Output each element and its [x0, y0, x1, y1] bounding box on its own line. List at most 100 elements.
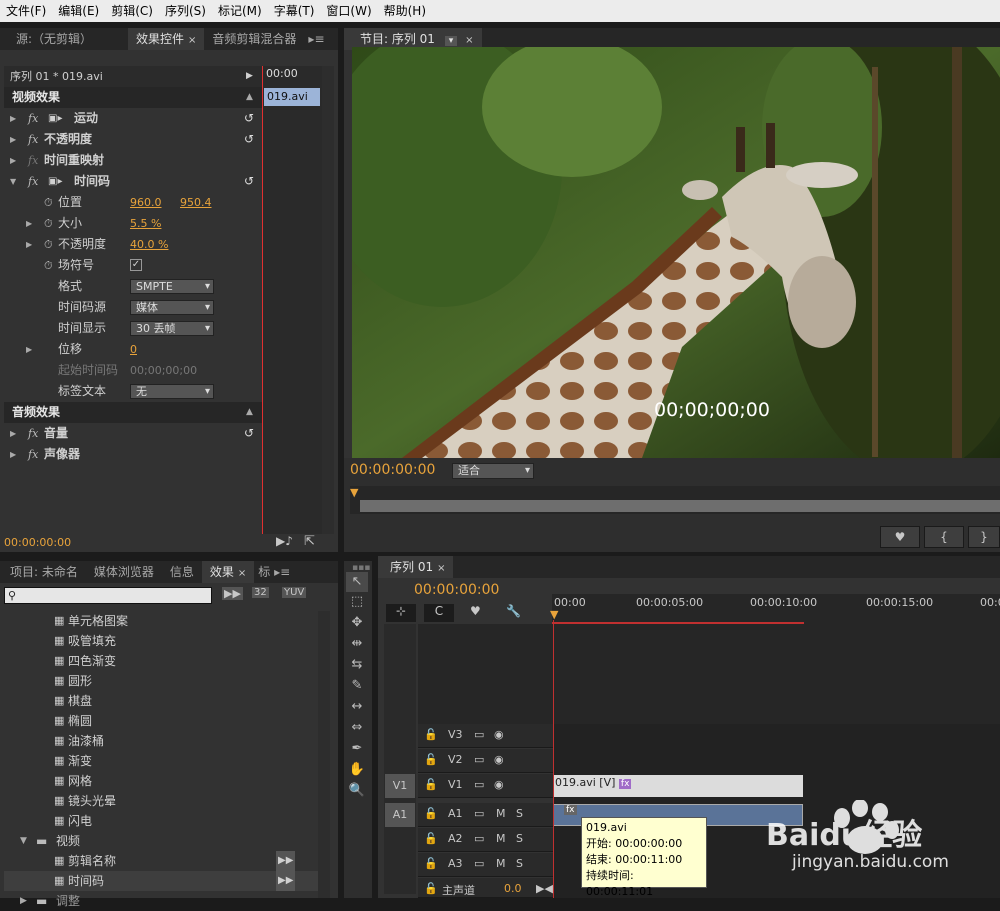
position-x-value[interactable]: 960.0 [130, 192, 162, 213]
sync-lock-icon[interactable]: ▭ [474, 832, 484, 845]
label-text-dropdown[interactable]: 无 [130, 384, 214, 399]
pen-tool-icon[interactable]: ✒ [346, 739, 368, 759]
zoom-scrollbar[interactable] [360, 500, 1000, 512]
field-checkbox[interactable]: ✓ [130, 259, 142, 271]
menu-sequence[interactable]: 序列(S) [159, 0, 212, 22]
mark-in-button[interactable]: { [924, 526, 964, 548]
reset-icon[interactable]: ↺ [244, 423, 254, 444]
list-item[interactable]: ▦ 棋盘 [4, 691, 322, 711]
master-volume-value[interactable]: 0.0 [504, 882, 522, 895]
list-item[interactable]: ▦ 闪电 [4, 811, 322, 831]
expand-icon[interactable]: ▶ [26, 339, 32, 360]
zoom-tool-icon[interactable]: 🔍 [346, 781, 368, 801]
offset-value[interactable]: 0 [130, 339, 137, 360]
lock-icon[interactable]: 🔓 [424, 778, 438, 791]
playhead-icon[interactable]: ▼ [350, 486, 358, 499]
razor-tool-icon[interactable]: ✎ [346, 676, 368, 696]
lock-icon[interactable]: 🔓 [424, 807, 438, 820]
video-clip[interactable]: 019.avi [V] fx [553, 775, 803, 797]
expand-icon[interactable]: ▶ [10, 444, 16, 465]
fit-dropdown[interactable]: 适合 [452, 463, 534, 479]
menu-marker[interactable]: 标记(M) [212, 0, 268, 22]
scrollbar[interactable] [318, 611, 330, 898]
stopwatch-icon[interactable]: ⏱ [44, 234, 53, 255]
list-item[interactable]: ▦ 单元格图案 [4, 611, 322, 631]
collapse-icon[interactable]: ▲ [246, 87, 253, 108]
source-patch-v1[interactable]: V1 [385, 774, 415, 798]
solo-button[interactable]: S [516, 807, 523, 820]
sync-lock-icon[interactable]: ▭ [474, 753, 484, 766]
stopwatch-icon[interactable]: ⏱ [44, 192, 53, 213]
dropdown-icon[interactable]: ▾ [444, 36, 458, 46]
mini-clip-bar[interactable]: 019.avi [264, 88, 320, 106]
accelerated-icon[interactable]: ▶▶ [222, 587, 243, 600]
track-select-tool-icon[interactable]: ⬚ [346, 592, 368, 612]
tab-audio-mixer[interactable]: 音频剪辑混合器 [204, 28, 304, 50]
reset-icon[interactable]: ↺ [244, 129, 254, 150]
selection-tool-icon[interactable]: ↖ [346, 572, 368, 592]
list-item-selected[interactable]: ▦ 时间码 ▶▶ [4, 871, 322, 891]
lock-icon[interactable]: 🔓 [424, 857, 438, 870]
eye-icon[interactable]: ◉ [494, 728, 504, 741]
expand-icon[interactable]: ▶ [10, 108, 16, 129]
program-scrubber[interactable]: ▼ [350, 486, 1000, 514]
scrollbar[interactable] [322, 66, 334, 534]
position-y-value[interactable]: 950.4 [180, 192, 212, 213]
tab-media-browser[interactable]: 媒体浏览器 [86, 561, 162, 583]
export-icon[interactable]: ⇱ [304, 534, 315, 549]
transform-icon[interactable]: ▣▸ [48, 171, 62, 192]
effect-mini-timeline[interactable]: 00:00 019.avi [262, 66, 322, 534]
reset-icon[interactable]: ↺ [244, 171, 254, 192]
sync-lock-icon[interactable]: ▭ [474, 857, 484, 870]
stopwatch-icon[interactable]: ⏱ [44, 213, 53, 234]
source-patch-a1[interactable]: A1 [385, 803, 415, 827]
playhead-icon[interactable]: ▼ [550, 608, 558, 621]
collapse-icon[interactable]: ▲ [246, 402, 253, 423]
collapse-icon[interactable]: ▼ [10, 171, 16, 192]
effect-panner[interactable]: ▶ fx 声像器 [4, 444, 262, 465]
close-icon[interactable]: × [465, 35, 473, 46]
list-item[interactable]: ▦ 椭圆 [4, 711, 322, 731]
list-item[interactable]: ▦ 渐变 [4, 751, 322, 771]
sync-lock-icon[interactable]: ▭ [474, 778, 484, 791]
reset-icon[interactable]: ↺ [244, 108, 254, 129]
tab-effect-controls[interactable]: 效果控件 × [128, 28, 205, 50]
mute-button[interactable]: M [496, 807, 506, 820]
folder-next[interactable]: ▶ ▬ 调整 [4, 891, 322, 911]
expand-icon[interactable]: ▶ [26, 234, 32, 255]
list-item[interactable]: ▦ 吸管填充 [4, 631, 322, 651]
list-item[interactable]: ▦ 圆形 [4, 671, 322, 691]
expand-icon[interactable]: ▶ [26, 213, 32, 234]
mark-out-button[interactable]: } [968, 526, 1000, 548]
menu-edit[interactable]: 编辑(E) [52, 0, 105, 22]
eye-icon[interactable]: ◉ [494, 778, 504, 791]
tab-info[interactable]: 信息 [162, 561, 202, 583]
solo-button[interactable]: S [516, 857, 523, 870]
play-arrow-icon[interactable]: ▶ [246, 66, 253, 87]
slip-tool-icon[interactable]: ↔ [346, 697, 368, 717]
wrench-icon[interactable]: 🔧 [506, 604, 521, 618]
lock-icon[interactable]: 🔓 [424, 753, 438, 766]
rate-stretch-tool-icon[interactable]: ⇆ [346, 655, 368, 675]
hand-tool-icon[interactable]: ✋ [346, 760, 368, 780]
add-marker-icon[interactable]: ♥ [470, 604, 481, 618]
snap-icon[interactable]: ⊹ [386, 604, 416, 622]
list-item[interactable]: ▦ 剪辑名称 ▶▶ [4, 851, 322, 871]
sync-lock-icon[interactable]: ▭ [474, 807, 484, 820]
program-timecode[interactable]: 00:00:00:00 [350, 462, 435, 478]
tc-source-dropdown[interactable]: 媒体 [130, 300, 214, 315]
go-to-end-icon[interactable]: ▶◀ [536, 882, 553, 895]
tab-project[interactable]: 项目: 未命名 [0, 561, 86, 583]
lock-icon[interactable]: 🔓 [424, 882, 438, 895]
close-icon[interactable]: × [188, 35, 196, 46]
format-dropdown[interactable]: SMPTE [130, 279, 214, 294]
solo-button[interactable]: S [516, 832, 523, 845]
size-value[interactable]: 5.5 % [130, 213, 161, 234]
stopwatch-icon[interactable]: ⏱ [44, 255, 53, 276]
loop-audio-icon[interactable]: ▶♪ [276, 534, 293, 548]
menu-file[interactable]: 文件(F) [0, 0, 52, 22]
mute-button[interactable]: M [496, 832, 506, 845]
tc-display-dropdown[interactable]: 30 丢帧 [130, 321, 214, 336]
32bit-icon[interactable]: 32 [252, 587, 269, 598]
effects-search-input[interactable]: ⚲ [4, 587, 212, 604]
